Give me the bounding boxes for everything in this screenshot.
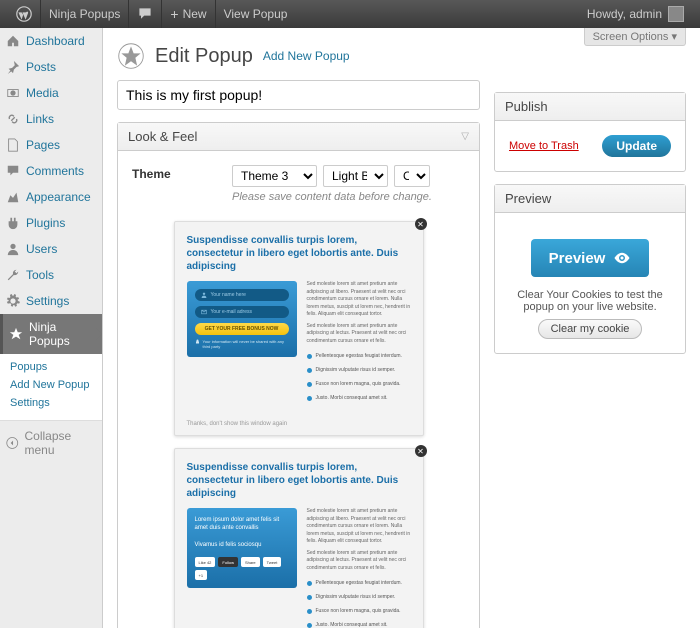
- page-title: Edit Popup: [155, 45, 253, 68]
- add-new-link[interactable]: Add New Popup: [263, 49, 350, 63]
- popup-bullets: Pellentesque egestas feugiat interdum. D…: [307, 351, 411, 404]
- submenu-add-new[interactable]: Add New Popup: [10, 376, 102, 394]
- theme-select[interactable]: Theme 3: [232, 165, 317, 187]
- optin-email-input[interactable]: Your e-mail adress: [195, 306, 289, 318]
- lookfeel-box: Look & Feel ▽ Theme Theme 3 Light Blue Op…: [117, 122, 480, 628]
- comments-icon: [6, 164, 20, 178]
- link-icon: [6, 112, 20, 126]
- update-button[interactable]: Update: [602, 135, 671, 157]
- submenu-settings[interactable]: Settings: [10, 394, 102, 412]
- social-follow-button[interactable]: Follow: [218, 557, 238, 567]
- comments-bubble[interactable]: [129, 0, 161, 28]
- menu-users[interactable]: Users: [0, 236, 102, 262]
- lookfeel-heading: Look & Feel: [128, 129, 197, 144]
- view-popup[interactable]: View Popup: [216, 0, 296, 28]
- popup-preview-optin: ✕ Suspendisse convallis turpis lorem, co…: [174, 221, 424, 436]
- popup-para: Sed molestie lorem sit amet pretium ante…: [307, 281, 411, 319]
- close-icon[interactable]: ✕: [415, 218, 427, 230]
- home-icon: [6, 34, 20, 48]
- clear-cookie-button[interactable]: Clear my cookie: [538, 319, 643, 339]
- wordpress-icon: [16, 6, 32, 22]
- menu-appearance[interactable]: Appearance: [0, 184, 102, 210]
- howdy[interactable]: Howdy, admin: [579, 0, 692, 28]
- page-icon-star: [117, 42, 145, 70]
- users-icon: [6, 242, 20, 256]
- main-content: Screen Options ▾ Edit Popup Add New Popu…: [103, 28, 700, 628]
- optin-submit-button[interactable]: GET YOUR FREE BONUS NOW: [195, 323, 289, 335]
- optin-panel: Your name here Your e-mail adress GET YO…: [187, 281, 297, 357]
- close-icon[interactable]: ✕: [415, 445, 427, 457]
- popup-preview-social: ✕ Suspendisse convallis turpis lorem, co…: [174, 448, 424, 628]
- new-content[interactable]: +New: [162, 0, 214, 28]
- wp-logo[interactable]: [8, 0, 40, 28]
- menu-media[interactable]: Media: [0, 80, 102, 106]
- theme-label: Theme: [132, 165, 232, 181]
- color-select[interactable]: Light Blue: [323, 165, 388, 187]
- site-name[interactable]: Ninja Popups: [41, 0, 128, 28]
- popup-para: Sed molestie lorem sit amet pretium ante…: [307, 508, 411, 546]
- publish-heading: Publish: [505, 99, 548, 114]
- post-title-input[interactable]: [117, 80, 480, 110]
- social-panel: Lorem ipsum dolor amet felis sit amet du…: [187, 508, 297, 588]
- popup-para: Sed molestie lorem sit amet pretium ante…: [307, 550, 411, 573]
- plugin-icon: [6, 216, 20, 230]
- social-plusone-button[interactable]: +1: [195, 570, 208, 580]
- social-share-button[interactable]: Share: [241, 557, 260, 567]
- preview-button[interactable]: Preview: [531, 239, 650, 277]
- popup-headline: Suspendisse convallis turpis lorem, cons…: [187, 461, 411, 500]
- popup-para: Sed molestie lorem sit amet pretium ante…: [307, 323, 411, 346]
- social-like-button[interactable]: Like 42: [195, 557, 216, 567]
- preview-heading: Preview: [505, 191, 551, 206]
- comment-icon: [137, 6, 153, 22]
- menu-posts[interactable]: Posts: [0, 54, 102, 80]
- move-to-trash[interactable]: Move to Trash: [509, 140, 579, 152]
- menu-links[interactable]: Links: [0, 106, 102, 132]
- tools-icon: [6, 268, 20, 282]
- preview-box: Preview Preview Clear Your Cookies to te…: [494, 184, 686, 354]
- menu-ninja-popups[interactable]: Ninja Popups: [0, 314, 102, 354]
- avatar: [668, 6, 684, 22]
- collapse-menu[interactable]: Collapse menu: [0, 420, 102, 465]
- submenu: Popups Add New Popup Settings: [0, 354, 102, 420]
- screen-options[interactable]: Screen Options ▾: [584, 28, 686, 46]
- menu-plugins[interactable]: Plugins: [0, 210, 102, 236]
- publish-box: Publish Move to Trash Update: [494, 92, 686, 172]
- media-icon: [6, 86, 20, 100]
- menu-tools[interactable]: Tools: [0, 262, 102, 288]
- popup-bullets: Pellentesque egestas feugiat interdum. D…: [307, 578, 411, 628]
- menu-comments[interactable]: Comments: [0, 158, 102, 184]
- pin-icon: [6, 60, 20, 74]
- optin-name-input[interactable]: Your name here: [195, 289, 289, 301]
- menu-pages[interactable]: Pages: [0, 132, 102, 158]
- menu-dashboard[interactable]: Dashboard: [0, 28, 102, 54]
- star-icon: [9, 327, 23, 341]
- settings-icon: [6, 294, 20, 308]
- appearance-icon: [6, 190, 20, 204]
- page-icon: [6, 138, 20, 152]
- eye-icon: [613, 249, 631, 267]
- popup-footer[interactable]: Thanks, don't show this window again: [175, 417, 423, 435]
- preview-text: Clear Your Cookies to test the popup on …: [509, 289, 671, 313]
- admin-sidebar: Dashboard Posts Media Links Pages Commen…: [0, 28, 103, 628]
- collapse-icon: [6, 436, 19, 450]
- popup-headline: Suspendisse convallis turpis lorem, cons…: [187, 234, 411, 273]
- menu-settings[interactable]: Settings: [0, 288, 102, 314]
- submenu-popups[interactable]: Popups: [10, 358, 102, 376]
- admin-bar: Ninja Popups +New View Popup Howdy, admi…: [0, 0, 700, 28]
- toggle-icon[interactable]: ▽: [461, 131, 469, 142]
- social-tweet-button[interactable]: Tweet: [263, 557, 282, 567]
- mode-select[interactable]: Opt-in: [394, 165, 430, 187]
- theme-hint: Please save content data before change.: [232, 191, 465, 203]
